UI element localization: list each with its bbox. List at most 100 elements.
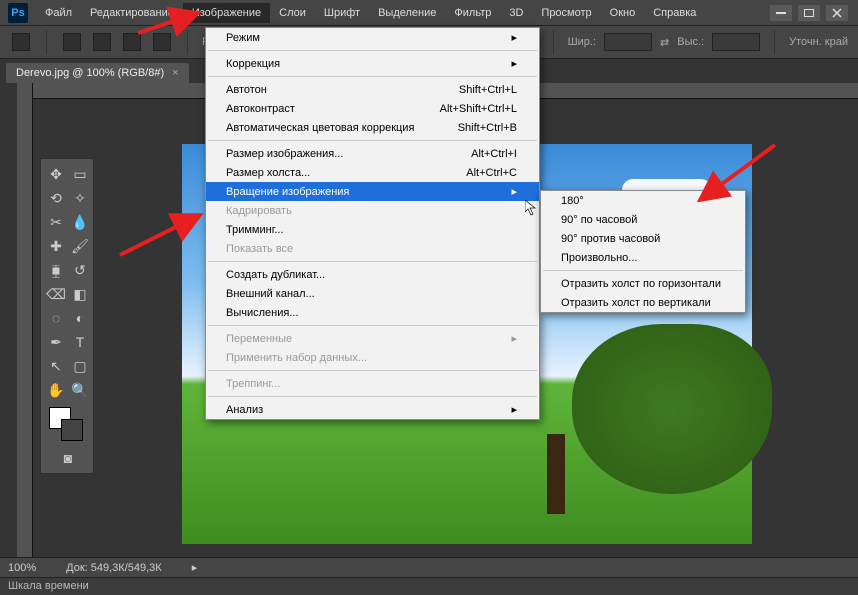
tool-zoom[interactable]: 🔍 <box>69 379 91 401</box>
minimize-button[interactable] <box>770 5 792 21</box>
menu-item[interactable]: Автоматическая цветовая коррекция Shift+C… <box>206 118 539 137</box>
tool-pen[interactable]: ✒ <box>45 331 67 353</box>
menu-item[interactable]: Размер изображения...Alt+Ctrl+I <box>206 144 539 163</box>
tool-crop[interactable]: ✂ <box>45 211 67 233</box>
rotate-submenu-dropdown: 180° 90° по часовой 90° против часовой Прои… <box>540 190 746 313</box>
tool-brush[interactable]: 🖌 <box>69 235 91 257</box>
status-bar: 100% Док: 549,3К/549,3К ▸ <box>0 557 858 577</box>
menu-help[interactable]: Справка <box>644 3 705 23</box>
marquee-sub-icon[interactable] <box>123 33 141 51</box>
tool-eraser[interactable]: ⌫ <box>45 283 67 305</box>
menu-item[interactable]: Анализ▸ <box>206 400 539 419</box>
tool-history[interactable]: ↺ <box>69 259 91 281</box>
width-field[interactable] <box>604 33 652 51</box>
menu-select[interactable]: Выделение <box>369 3 445 23</box>
tool-marquee[interactable]: ▭ <box>69 163 91 185</box>
refine-edge-button[interactable]: Уточн. край <box>789 36 848 48</box>
status-arrow-icon[interactable]: ▸ <box>192 561 198 574</box>
menu-item[interactable]: Отразить холст по вертикали <box>541 293 745 312</box>
menu-item[interactable]: Отразить холст по горизонтали <box>541 274 745 293</box>
menu-item[interactable]: Внешний канал... <box>206 284 539 303</box>
menu-item-label: Режим <box>226 32 260 44</box>
menu-item[interactable]: Тримминг... <box>206 220 539 239</box>
submenu-arrow-icon: ▸ <box>511 332 517 345</box>
menu-3d[interactable]: 3D <box>500 3 532 23</box>
tool-lasso[interactable]: ⟲ <box>45 187 67 209</box>
menu-item[interactable]: 90° по часовой <box>541 210 745 229</box>
tool-wand[interactable]: ✧ <box>69 187 91 209</box>
marquee-rect-icon[interactable] <box>63 33 81 51</box>
background-swatch[interactable] <box>61 419 83 441</box>
tool-heal[interactable]: ✚ <box>45 235 67 257</box>
menu-item-label: Показать все <box>226 243 293 255</box>
menu-layers[interactable]: Слои <box>270 3 315 23</box>
tool-preset-icon[interactable] <box>12 33 30 51</box>
menu-item[interactable]: Вычисления... <box>206 303 539 322</box>
menu-file[interactable]: Файл <box>36 3 81 23</box>
menu-item-label: Коррекция <box>226 58 280 70</box>
menu-shortcut: Alt+Shift+Ctrl+L <box>440 103 517 115</box>
height-field[interactable] <box>712 33 760 51</box>
timeline-panel[interactable]: Шкала времени <box>0 577 858 595</box>
tool-stamp[interactable]: ⧯ <box>45 259 67 281</box>
zoom-level[interactable]: 100% <box>8 562 36 574</box>
menu-item[interactable]: Создать дубликат... <box>206 265 539 284</box>
menu-item-label: Применить набор данных... <box>226 352 367 364</box>
document-tab[interactable]: Derevo.jpg @ 100% (RGB/8#) × <box>6 63 189 83</box>
menu-item[interactable]: АвтотонShift+Ctrl+L <box>206 80 539 99</box>
menu-item[interactable]: Произвольно... <box>541 248 745 267</box>
menu-item-label: Размер изображения... <box>226 148 343 160</box>
menu-item-label: Автоматическая цветовая коррекция <box>226 122 414 134</box>
toolbox: ✥ ▭ ⟲ ✧ ✂ 💧 ✚ 🖌 ⧯ ↺ ⌫ ◧ ◌ ◐ ✒ T ↖ ▢ ✋ 🔍 … <box>40 158 94 474</box>
marquee-add-icon[interactable] <box>93 33 111 51</box>
menu-window[interactable]: Окно <box>601 3 645 23</box>
color-swatches[interactable] <box>45 403 91 445</box>
app-logo: Ps <box>8 3 28 23</box>
tool-path[interactable]: ↖ <box>45 355 67 377</box>
menu-edit[interactable]: Редактирование <box>81 3 183 23</box>
menubar: Файл Редактирование Изображение Слои Шри… <box>36 0 705 25</box>
height-label: Выс.: <box>677 36 704 48</box>
tool-gradient[interactable]: ◧ <box>69 283 91 305</box>
timeline-label: Шкала времени <box>8 580 89 592</box>
menu-item-label: Треппинг... <box>226 378 280 390</box>
menu-image[interactable]: Изображение <box>183 3 270 23</box>
menu-item[interactable]: АвтоконтрастAlt+Shift+Ctrl+L <box>206 99 539 118</box>
marquee-intersect-icon[interactable] <box>153 33 171 51</box>
menu-item-label: Создать дубликат... <box>226 269 325 281</box>
menu-item[interactable]: 180° <box>541 191 745 210</box>
tool-move[interactable]: ✥ <box>45 163 67 185</box>
swap-icon[interactable]: ⇄ <box>660 36 669 49</box>
tool-type[interactable]: T <box>69 331 91 353</box>
menu-view[interactable]: Просмотр <box>532 3 600 23</box>
menu-filter[interactable]: Фильтр <box>445 3 500 23</box>
menu-item[interactable]: Вращение изображения▸ <box>206 182 539 201</box>
menu-item[interactable]: Коррекция▸ <box>206 54 539 73</box>
menu-item-label: 90° по часовой <box>561 214 637 226</box>
menu-item-label: Тримминг... <box>226 224 284 236</box>
menu-item[interactable]: Размер холста... Alt+Ctrl+C <box>206 163 539 182</box>
menu-item-label: Вычисления... <box>226 307 299 319</box>
menu-shortcut: Shift+Ctrl+B <box>458 122 517 134</box>
document-tab-label: Derevo.jpg @ 100% (RGB/8#) <box>16 67 164 79</box>
menu-item-label: Произвольно... <box>561 252 637 264</box>
window-controls <box>770 5 858 21</box>
tool-blur[interactable]: ◌ <box>45 307 67 329</box>
maximize-button[interactable] <box>798 5 820 21</box>
tree-trunk <box>547 434 565 514</box>
menu-item[interactable]: Режим▸ <box>206 28 539 47</box>
ruler-vertical <box>17 83 33 560</box>
menu-item: Применить набор данных... <box>206 348 539 367</box>
tool-dodge[interactable]: ◐ <box>69 307 91 329</box>
quick-mask-icon[interactable]: ◙ <box>57 447 79 469</box>
menu-type[interactable]: Шрифт <box>315 3 369 23</box>
menu-shortcut: Alt+Ctrl+C <box>466 167 517 179</box>
close-button[interactable] <box>826 5 848 21</box>
tool-eyedropper[interactable]: 💧 <box>69 211 91 233</box>
menu-item: Показать все <box>206 239 539 258</box>
document-tab-close[interactable]: × <box>172 67 178 79</box>
menu-item[interactable]: 90° против часовой <box>541 229 745 248</box>
tool-shape[interactable]: ▢ <box>69 355 91 377</box>
tool-hand[interactable]: ✋ <box>45 379 67 401</box>
menu-item-label: Размер холста... <box>226 167 310 179</box>
